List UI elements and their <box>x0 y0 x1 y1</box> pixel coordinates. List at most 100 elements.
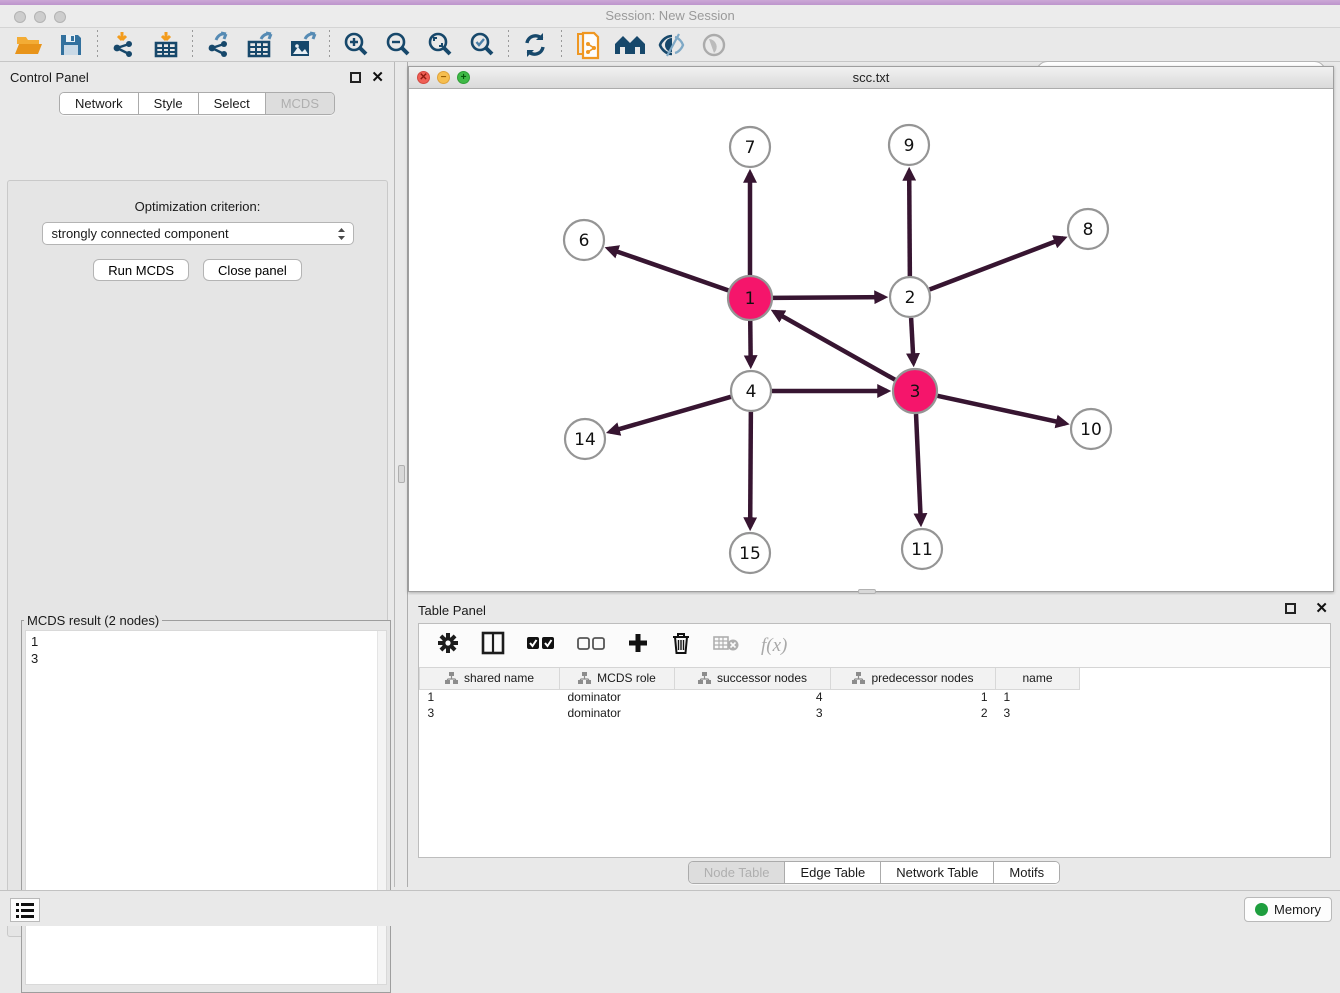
float-table-panel-icon[interactable] <box>1285 603 1296 614</box>
window-title: Session: New Session <box>0 5 1340 27</box>
memory-status-icon <box>1255 903 1268 916</box>
houses-icon[interactable] <box>609 29 651 61</box>
node-label-1: 1 <box>745 289 756 309</box>
toolbar-separator <box>508 30 509 60</box>
import-table-icon[interactable] <box>145 29 187 61</box>
save-icon[interactable] <box>50 29 92 61</box>
network-graph[interactable]: 7968124314101511 <box>409 89 1333 591</box>
titlebar: Session: New Session <box>0 5 1340 28</box>
tab-select[interactable]: Select <box>199 93 266 114</box>
export-table-icon[interactable] <box>240 29 282 61</box>
edge-1-6[interactable] <box>609 249 729 291</box>
refresh-layout-icon[interactable] <box>514 29 556 61</box>
table-toolbar: f(x) <box>419 624 1330 668</box>
node-table-container: f(x) shared name <box>418 623 1331 858</box>
status-bar: Memory <box>0 890 1340 926</box>
control-panel-tabs: Network Style Select MCDS <box>59 92 335 115</box>
control-panel: Control Panel ✕ Network Style Select MCD… <box>0 62 395 887</box>
edge-3-10[interactable] <box>937 396 1065 424</box>
split-columns-icon[interactable] <box>481 631 505 660</box>
edge-4-14[interactable] <box>610 397 731 432</box>
edge-3-11[interactable] <box>916 414 921 523</box>
column-header[interactable]: predecessor nodes <box>831 668 996 689</box>
edge-2-9[interactable] <box>909 171 910 276</box>
edge-1-2[interactable] <box>773 297 884 298</box>
result-line: 1 <box>31 633 381 650</box>
result-scrollbar[interactable] <box>377 631 386 984</box>
open-folder-icon[interactable] <box>8 29 50 61</box>
mcds-result-group: MCDS result (2 nodes) 1 3 <box>21 613 391 993</box>
maximize-network-icon[interactable]: + <box>457 71 470 84</box>
trash-icon[interactable] <box>671 632 691 660</box>
close-panel-icon[interactable]: ✕ <box>371 70 384 85</box>
vertical-splitter[interactable] <box>395 62 408 887</box>
minimize-window-icon[interactable] <box>34 11 46 23</box>
export-network-icon[interactable] <box>198 29 240 61</box>
delete-table-icon <box>713 634 739 657</box>
network-title: scc.txt <box>409 67 1333 88</box>
mcds-result-title: MCDS result (2 nodes) <box>24 613 162 628</box>
run-mcds-button[interactable]: Run MCDS <box>93 259 189 281</box>
minimize-network-icon[interactable]: − <box>437 71 450 84</box>
column-header[interactable]: successor nodes <box>675 668 831 689</box>
clone-document-icon[interactable] <box>567 29 609 61</box>
function-icon: f(x) <box>761 635 787 657</box>
node-table: shared name MCDS role successor nodes <box>419 668 1330 721</box>
node-label-14: 14 <box>574 430 596 450</box>
edge-2-3[interactable] <box>911 318 913 363</box>
close-panel-button[interactable]: Close panel <box>203 259 302 281</box>
tab-node-table[interactable]: Node Table <box>689 862 786 883</box>
zoom-in-icon[interactable] <box>335 29 377 61</box>
tab-style[interactable]: Style <box>139 93 199 114</box>
memory-label: Memory <box>1274 902 1321 917</box>
optimization-criterion-select[interactable]: strongly connected component <box>42 222 354 245</box>
select-all-icon[interactable] <box>527 636 555 655</box>
zoom-out-icon[interactable] <box>377 29 419 61</box>
half-eye-icon[interactable] <box>651 29 693 61</box>
task-list-button[interactable] <box>10 898 40 922</box>
edge-2-8[interactable] <box>930 238 1064 289</box>
close-table-panel-icon[interactable]: ✕ <box>1315 601 1328 616</box>
tab-mcds[interactable]: MCDS <box>266 93 334 114</box>
tab-motifs[interactable]: Motifs <box>994 862 1059 883</box>
float-panel-icon[interactable] <box>350 72 361 83</box>
gear-icon[interactable] <box>437 632 459 659</box>
mcds-result-text[interactable]: 1 3 <box>25 630 387 985</box>
optimization-criterion-label: Optimization criterion: <box>8 199 387 214</box>
horizontal-splitter[interactable] <box>858 589 876 594</box>
table-row[interactable]: 3 dominator 3 2 3 <box>420 705 1331 721</box>
column-header[interactable]: name <box>996 668 1080 689</box>
table-row[interactable]: 1 dominator 4 1 1 <box>420 689 1331 705</box>
tab-edge-table[interactable]: Edge Table <box>785 862 881 883</box>
eye-disabled-icon[interactable] <box>693 29 735 61</box>
toolbar-separator <box>329 30 330 60</box>
zoom-window-icon[interactable] <box>54 11 66 23</box>
hierarchy-icon <box>698 672 711 684</box>
tab-network-table[interactable]: Network Table <box>881 862 994 883</box>
column-header[interactable]: MCDS role <box>560 668 675 689</box>
memory-button[interactable]: Memory <box>1244 897 1332 922</box>
edge-4-15[interactable] <box>750 412 751 527</box>
node-label-9: 9 <box>904 136 915 156</box>
node-label-15: 15 <box>739 544 761 564</box>
network-canvas[interactable]: 7968124314101511 <box>409 89 1333 591</box>
hierarchy-icon <box>852 672 865 684</box>
export-image-icon[interactable] <box>282 29 324 61</box>
node-label-4: 4 <box>746 382 757 402</box>
node-label-7: 7 <box>745 138 756 158</box>
hierarchy-icon <box>578 672 591 684</box>
main-toolbar <box>0 28 1340 62</box>
node-label-10: 10 <box>1080 420 1102 440</box>
network-window-titlebar[interactable]: ✕ − + scc.txt <box>409 67 1333 89</box>
close-network-icon[interactable]: ✕ <box>417 71 430 84</box>
zoom-fit-icon[interactable] <box>419 29 461 61</box>
close-window-icon[interactable] <box>14 11 26 23</box>
import-network-icon[interactable] <box>103 29 145 61</box>
node-label-8: 8 <box>1083 220 1094 240</box>
zoom-selected-icon[interactable] <box>461 29 503 61</box>
clear-selection-icon[interactable] <box>577 636 605 655</box>
edge-3-1[interactable] <box>774 312 895 380</box>
plus-icon[interactable] <box>627 632 649 659</box>
tab-network[interactable]: Network <box>60 93 139 114</box>
column-header[interactable]: shared name <box>420 668 560 689</box>
